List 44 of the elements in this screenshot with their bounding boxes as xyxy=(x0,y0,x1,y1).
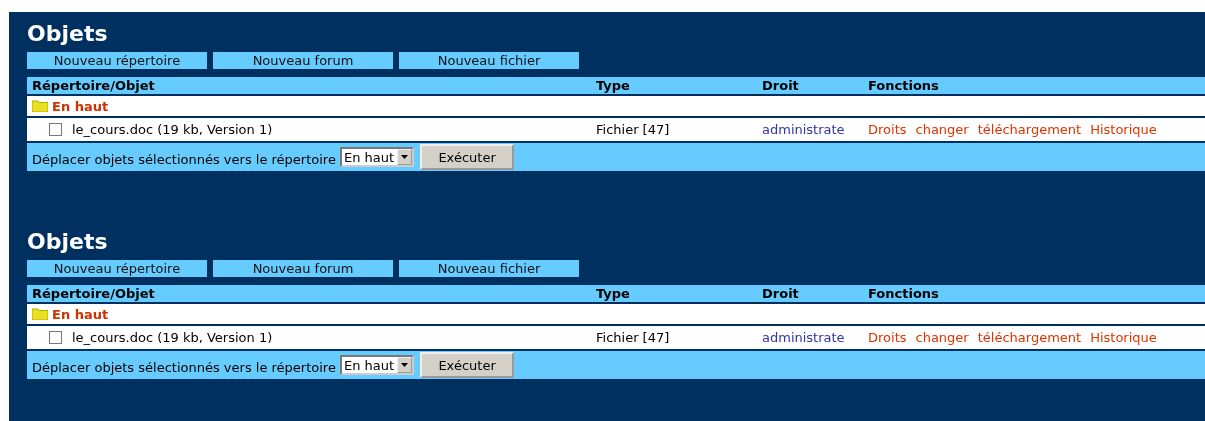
execute-button[interactable]: Exécuter xyxy=(420,144,515,170)
folder-icon xyxy=(32,308,48,320)
folder-icon xyxy=(32,100,48,112)
column-header: Droit xyxy=(762,286,800,301)
right-link[interactable]: administrate xyxy=(762,122,845,137)
checkbox[interactable] xyxy=(49,123,62,136)
right-link[interactable]: administrate xyxy=(762,330,845,345)
move-label: Déplacer objets sélectionnés vers le répertoire xyxy=(31,151,336,167)
section-title: Objets xyxy=(27,228,109,256)
new-item-button[interactable]: Nouveau répertoire xyxy=(27,260,207,277)
function-link[interactable]: changer xyxy=(915,122,969,137)
column-header: Droit xyxy=(762,78,800,93)
move-label: Déplacer objets sélectionnés vers le répertoire xyxy=(31,359,336,375)
parent-folder-link[interactable]: En haut xyxy=(52,98,109,114)
function-link[interactable]: téléchargement xyxy=(977,122,1082,137)
new-item-button[interactable]: Nouveau fichier xyxy=(399,260,579,277)
column-header: Fonctions xyxy=(868,286,939,301)
new-item-button[interactable]: Nouveau forum xyxy=(213,260,393,277)
table-cell-text: Fichier [47] xyxy=(596,122,671,137)
file-name: le_cours.doc (19 kb, Version 1) xyxy=(72,122,273,137)
new-item-button[interactable]: Nouveau répertoire xyxy=(27,52,207,69)
function-link[interactable]: Droits xyxy=(868,122,907,137)
function-link[interactable]: Droits xyxy=(868,330,907,345)
column-header: Répertoire/Objet xyxy=(31,286,156,301)
dropdown-arrow-icon xyxy=(401,363,409,367)
function-link[interactable]: téléchargement xyxy=(977,330,1082,345)
new-item-button[interactable]: Nouveau forum xyxy=(213,52,393,69)
folder-select[interactable]: En haut xyxy=(339,147,415,167)
new-item-button[interactable]: Nouveau fichier xyxy=(399,52,579,69)
column-header: Type xyxy=(596,78,631,93)
section-title: Objets xyxy=(27,20,109,48)
folder-select[interactable]: En haut xyxy=(339,355,415,375)
parent-folder-link[interactable]: En haut xyxy=(52,306,109,322)
execute-button[interactable]: Exécuter xyxy=(420,352,515,378)
column-header: Fonctions xyxy=(868,78,939,93)
function-link[interactable]: Historique xyxy=(1090,122,1157,137)
file-name: le_cours.doc (19 kb, Version 1) xyxy=(72,330,273,345)
column-header: Type xyxy=(596,286,631,301)
checkbox[interactable] xyxy=(49,331,62,344)
table-cell-text: Fichier [47] xyxy=(596,330,671,345)
function-link[interactable]: Historique xyxy=(1090,330,1157,345)
function-link[interactable]: changer xyxy=(915,330,969,345)
dropdown-arrow-icon xyxy=(401,155,409,159)
column-header: Répertoire/Objet xyxy=(31,78,156,93)
